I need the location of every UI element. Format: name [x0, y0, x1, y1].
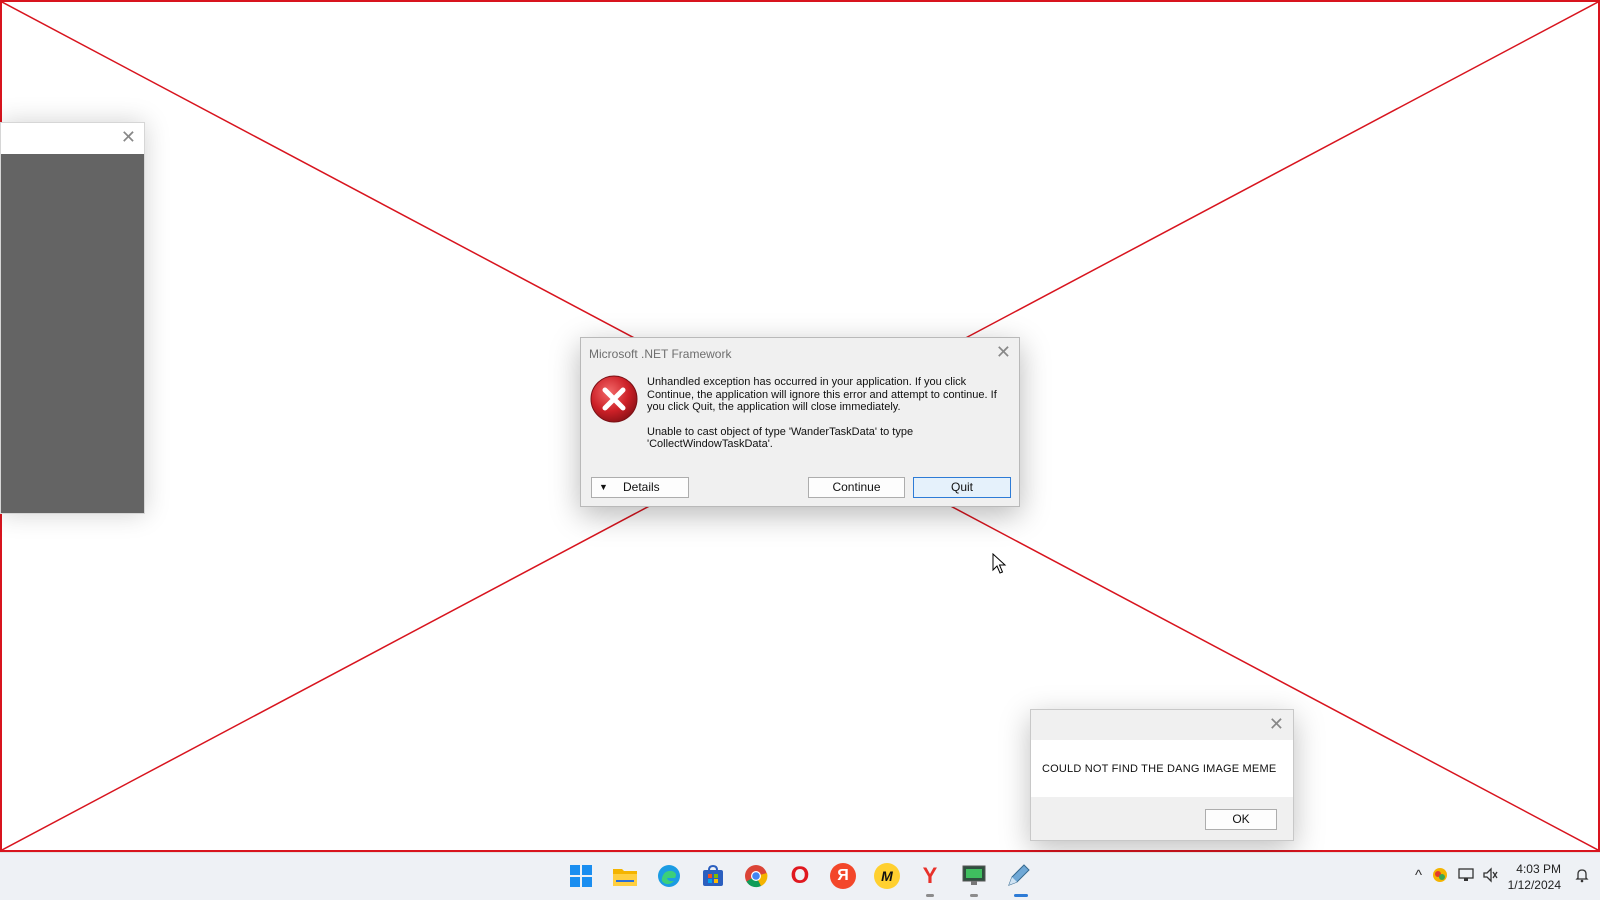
opera-browser-icon[interactable]: O: [787, 862, 813, 889]
show-hidden-icons-chevron[interactable]: ^: [1415, 867, 1422, 884]
close-icon[interactable]: ✕: [996, 342, 1011, 363]
net-exception-dialog: Microsoft .NET Framework ✕ Unhandled exc…: [580, 337, 1020, 507]
exception-detail: Unable to cast object of type 'WanderTas…: [647, 425, 914, 451]
notification-icon[interactable]: [1574, 867, 1590, 887]
mouse-cursor-icon: [992, 553, 1007, 574]
running-indicator: [926, 894, 934, 897]
error-icon: [590, 375, 638, 423]
clock-date: 1/12/2024: [1507, 878, 1561, 892]
dialog-message: Unhandled exception has occurred in your…: [647, 376, 1007, 451]
message-text: COULD NOT FIND THE DANG IMAGE MEME: [1042, 763, 1277, 775]
miro-app-icon[interactable]: M: [874, 863, 900, 889]
continue-button[interactable]: Continue: [808, 477, 905, 498]
windows-start-icon[interactable]: [568, 863, 594, 889]
chrome-browser-icon[interactable]: [743, 863, 769, 889]
background-window-titlebar: ✕: [1, 123, 144, 153]
message-box-content: COULD NOT FIND THE DANG IMAGE MEME: [1031, 740, 1293, 797]
yandex-browser-icon[interactable]: Y: [917, 863, 943, 889]
background-window: ✕: [0, 122, 145, 514]
ok-button[interactable]: OK: [1205, 809, 1277, 830]
details-button[interactable]: ▼ Details: [591, 477, 689, 498]
dialog-titlebar: Microsoft .NET Framework ✕: [581, 338, 1019, 368]
close-icon[interactable]: ✕: [121, 127, 136, 148]
yandex-icon[interactable]: Я: [830, 863, 856, 889]
clock-time: 4:03 PM: [1516, 862, 1561, 876]
exception-message: Unhandled exception has occurred in your…: [647, 376, 997, 413]
pen-app-icon[interactable]: [1005, 863, 1031, 889]
background-window-content: [1, 154, 144, 513]
tray-app-icon[interactable]: [1432, 867, 1448, 887]
details-label: Details: [623, 480, 660, 494]
edge-browser-icon[interactable]: [656, 863, 682, 889]
chevron-down-icon: ▼: [599, 482, 608, 492]
network-icon[interactable]: [1458, 867, 1474, 887]
close-icon[interactable]: ✕: [1269, 714, 1284, 735]
file-explorer-icon[interactable]: [612, 863, 638, 889]
taskbar: O Я M Y ^ 4:03 PM 1/12/2024: [0, 852, 1600, 900]
volume-icon[interactable]: [1482, 867, 1498, 887]
running-indicator: [970, 894, 978, 897]
active-indicator: [1014, 894, 1028, 897]
quit-button[interactable]: Quit: [913, 477, 1011, 498]
microsoft-store-icon[interactable]: [700, 863, 726, 889]
message-box: ✕ COULD NOT FIND THE DANG IMAGE MEME OK: [1030, 709, 1294, 841]
dialog-title: Microsoft .NET Framework: [589, 347, 732, 361]
network-app-icon[interactable]: [961, 863, 987, 889]
clock[interactable]: 4:03 PM 1/12/2024: [1508, 861, 1561, 893]
message-box-titlebar: ✕: [1031, 710, 1293, 740]
